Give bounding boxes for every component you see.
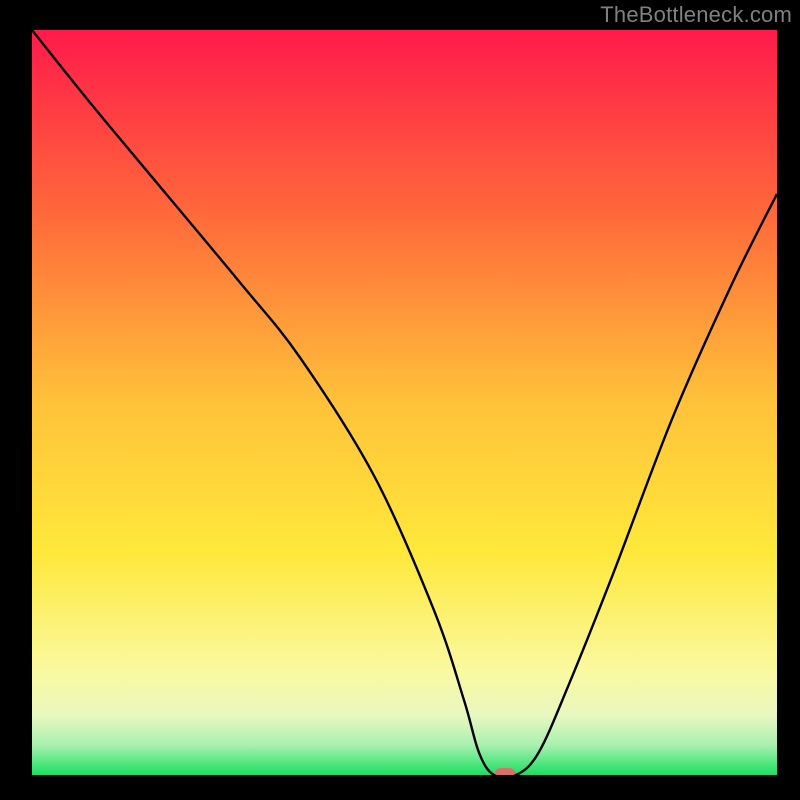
gradient-rect — [32, 30, 777, 775]
watermark-text: TheBottleneck.com — [600, 2, 792, 28]
plot-area — [32, 30, 777, 775]
chart-svg — [32, 30, 777, 775]
chart-frame: TheBottleneck.com — [0, 0, 800, 800]
